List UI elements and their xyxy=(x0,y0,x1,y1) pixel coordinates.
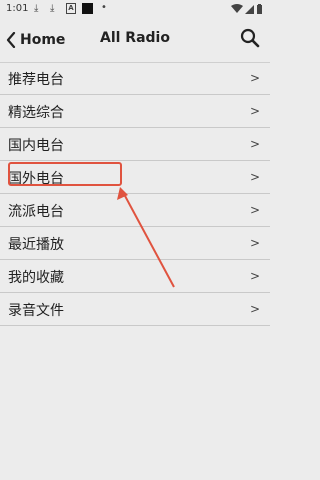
annotation-arrow xyxy=(117,187,175,288)
